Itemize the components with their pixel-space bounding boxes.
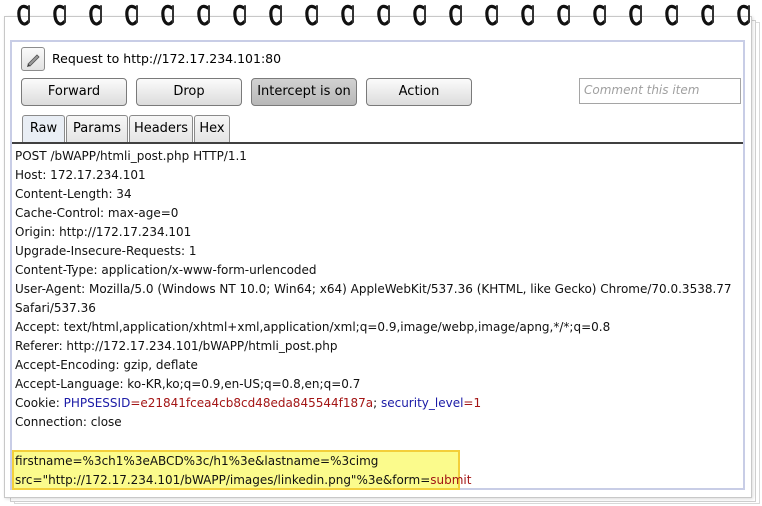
- edit-button[interactable]: [21, 47, 45, 71]
- header-accept: Accept: text/html,application/xhtml+xml,…: [15, 320, 611, 334]
- spiral-ring-icon: [520, 2, 536, 30]
- spiral-ring-icon: [160, 2, 176, 30]
- action-button[interactable]: Action: [366, 78, 472, 106]
- request-line: POST /bWAPP/htmli_post.php HTTP/1.1: [15, 149, 247, 163]
- drop-button[interactable]: Drop: [136, 78, 242, 106]
- spiral-ring-icon: [664, 2, 680, 30]
- header-user-agent-cont: Safari/537.36: [15, 301, 96, 315]
- spiral-ring-icon: [196, 2, 212, 30]
- request-body-line-2: src="http://172.17.234.101/bWAPP/images/…: [15, 471, 471, 490]
- header-cookie: Cookie: PHPSESSID=e21841fcea4cb8cd48eda8…: [15, 394, 481, 413]
- header-upgrade-insecure: Upgrade-Insecure-Requests: 1: [15, 244, 197, 258]
- cookie-key-phpsessid: PHPSESSID: [63, 396, 131, 410]
- tab-params[interactable]: Params: [66, 115, 128, 143]
- spiral-binding: [0, 0, 762, 34]
- spiral-ring-icon: [232, 2, 248, 30]
- header-user-agent: User-Agent: Mozilla/5.0 (Windows NT 10.0…: [15, 282, 732, 296]
- forward-button[interactable]: Forward: [21, 78, 127, 106]
- header-origin: Origin: http://172.17.234.101: [15, 225, 192, 239]
- spiral-ring-icon: [124, 2, 140, 30]
- burp-intercept-panel: Request to http://172.17.234.101:80 Forw…: [10, 40, 745, 490]
- spiral-ring-icon: [592, 2, 608, 30]
- spiral-ring-icon: [16, 2, 32, 30]
- header-content-type: Content-Type: application/x-www-form-url…: [15, 263, 317, 277]
- spiral-ring-icon: [736, 2, 752, 30]
- spiral-ring-icon: [448, 2, 464, 30]
- spiral-ring-icon: [412, 2, 428, 30]
- spiral-ring-icon: [484, 2, 500, 30]
- header-connection: Connection: close: [15, 415, 122, 429]
- spiral-ring-icon: [268, 2, 284, 30]
- tab-raw[interactable]: Raw: [22, 115, 65, 144]
- spiral-ring-icon: [52, 2, 68, 30]
- spiral-ring-icon: [340, 2, 356, 30]
- tab-hex[interactable]: Hex: [194, 115, 230, 143]
- cookie-value-security-level: =1: [463, 396, 482, 410]
- cookie-prefix: Cookie:: [15, 396, 64, 410]
- pencil-icon: [27, 54, 40, 67]
- body-payload: src="http://172.17.234.101/bWAPP/images/…: [15, 473, 431, 487]
- cookie-separator: ;: [373, 396, 381, 410]
- cookie-value-phpsessid: =e21841fcea4cb8cd48eda845544f187a: [130, 396, 374, 410]
- intercept-toggle-button[interactable]: Intercept is on: [251, 78, 357, 106]
- spiral-ring-icon: [556, 2, 572, 30]
- spiral-ring-icon: [376, 2, 392, 30]
- header-referer: Referer: http://172.17.234.101/bWAPP/htm…: [15, 339, 338, 353]
- request-target-label: Request to http://172.17.234.101:80: [52, 51, 282, 66]
- spiral-ring-icon: [700, 2, 716, 30]
- body-form-value: submit: [430, 473, 472, 487]
- header-cache-control: Cache-Control: max-age=0: [15, 206, 179, 220]
- spiral-ring-icon: [628, 2, 644, 30]
- spiral-ring-icon: [304, 2, 320, 30]
- header-accept-encoding: Accept-Encoding: gzip, deflate: [15, 358, 198, 372]
- raw-request-editor[interactable]: POST /bWAPP/htmli_post.php HTTP/1.1 Host…: [12, 144, 743, 490]
- intercept-toolbar: Request to http://172.17.234.101:80 Forw…: [12, 42, 743, 150]
- cookie-key-security-level: security_level: [380, 396, 464, 410]
- header-host: Host: 172.17.234.101: [15, 168, 146, 182]
- spiral-ring-icon: [88, 2, 104, 30]
- request-body-line-1: firstname=%3ch1%3eABCD%3c/h1%3e&lastname…: [15, 454, 379, 468]
- header-accept-language: Accept-Language: ko-KR,ko;q=0.9,en-US;q=…: [15, 377, 361, 391]
- tab-headers[interactable]: Headers: [129, 115, 193, 143]
- header-content-length: Content-Length: 34: [15, 187, 132, 201]
- comment-input[interactable]: Comment this item: [579, 78, 741, 104]
